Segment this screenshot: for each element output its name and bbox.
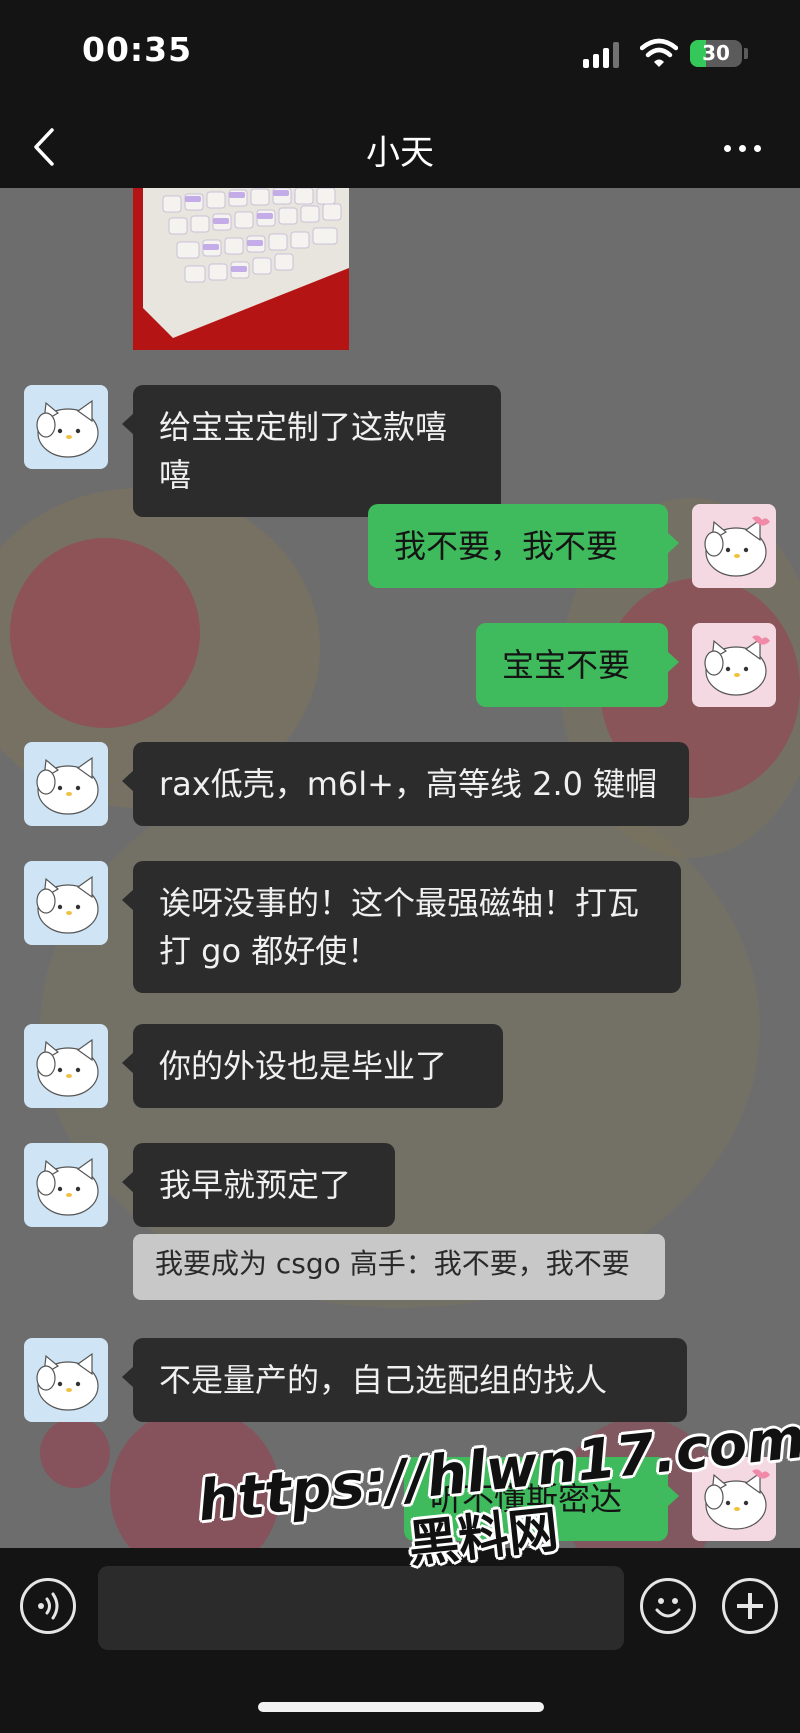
contact-avatar[interactable]: [24, 1024, 108, 1108]
incoming-message: 给宝宝定制了这款嘻嘻: [0, 385, 800, 517]
incoming-message: rax低壳，m6l+，高等线 2.0 键帽: [0, 742, 800, 826]
outgoing-message: 我不要，我不要: [0, 504, 800, 588]
message-bubble[interactable]: 诶呀没事的！这个最强磁轴！打瓦打 go 都好使！: [122, 861, 681, 993]
quoted-message[interactable]: 我要成为 csgo 高手：我不要，我不要: [133, 1234, 665, 1300]
voice-input-icon[interactable]: [20, 1578, 76, 1634]
chat-header: 小天: [0, 110, 800, 188]
incoming-message: 不是量产的，自己选配组的找人: [0, 1338, 800, 1422]
cellular-signal-icon: [583, 40, 623, 68]
contact-avatar[interactable]: [24, 385, 108, 469]
contact-avatar[interactable]: [24, 861, 108, 945]
chat-title: 小天: [366, 133, 434, 173]
keyboard-photo[interactable]: [133, 188, 349, 350]
message-bubble[interactable]: 我早就预定了: [122, 1143, 395, 1227]
status-bar: 00:35 30: [0, 0, 800, 110]
chat-area[interactable]: 给宝宝定制了这款嘻嘻 我不要，我不要宝宝不要 rax低壳，m6l+，高等线 2.0 …: [0, 188, 800, 1548]
incoming-message: 我早就预定了: [0, 1143, 800, 1227]
emoji-icon[interactable]: [640, 1578, 696, 1634]
incoming-message: 诶呀没事的！这个最强磁轴！打瓦打 go 都好使！: [0, 861, 800, 993]
message-bubble[interactable]: 不是量产的，自己选配组的找人: [122, 1338, 687, 1422]
incoming-message: 你的外设也是毕业了: [0, 1024, 800, 1108]
status-time: 00:35: [82, 30, 193, 69]
wifi-icon: [640, 38, 678, 67]
my-avatar[interactable]: [692, 623, 776, 707]
message-bubble[interactable]: 我不要，我不要: [368, 504, 679, 588]
contact-avatar[interactable]: [24, 1338, 108, 1422]
message-bubble[interactable]: 给宝宝定制了这款嘻嘻: [122, 385, 501, 517]
add-more-icon[interactable]: [722, 1578, 778, 1634]
message-bubble[interactable]: rax低壳，m6l+，高等线 2.0 键帽: [122, 742, 689, 826]
outgoing-message: 宝宝不要: [0, 623, 800, 707]
battery-icon: 30: [690, 40, 742, 67]
message-bubble[interactable]: 宝宝不要: [476, 623, 679, 707]
contact-avatar[interactable]: [24, 1143, 108, 1227]
home-indicator[interactable]: [258, 1702, 544, 1712]
battery-level: 30: [702, 41, 730, 65]
message-bubble[interactable]: 你的外设也是毕业了: [122, 1024, 503, 1108]
contact-avatar[interactable]: [24, 742, 108, 826]
more-options-icon[interactable]: [718, 128, 768, 168]
battery-tip: [744, 48, 748, 59]
my-avatar[interactable]: [692, 504, 776, 588]
